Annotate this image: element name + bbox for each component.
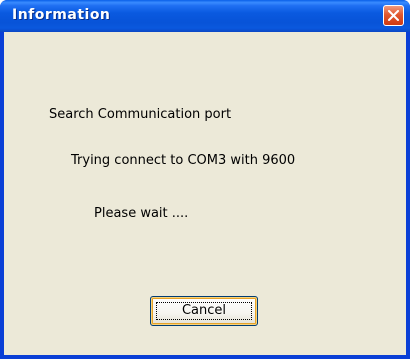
cancel-button-label: Cancel bbox=[181, 303, 227, 318]
wait-text: Please wait .... bbox=[94, 206, 189, 221]
cancel-button[interactable]: Cancel bbox=[150, 296, 258, 326]
dialog-body: Search Communication port Trying connect… bbox=[4, 32, 406, 355]
close-button[interactable] bbox=[383, 5, 404, 26]
close-icon bbox=[388, 10, 399, 21]
information-dialog: Information Search Communication port Tr… bbox=[0, 0, 410, 359]
title-bar[interactable]: Information bbox=[0, 0, 410, 32]
connection-status-text: Trying connect to COM3 with 9600 bbox=[71, 153, 296, 168]
window-title: Information bbox=[12, 7, 111, 23]
search-status-text: Search Communication port bbox=[49, 107, 232, 122]
